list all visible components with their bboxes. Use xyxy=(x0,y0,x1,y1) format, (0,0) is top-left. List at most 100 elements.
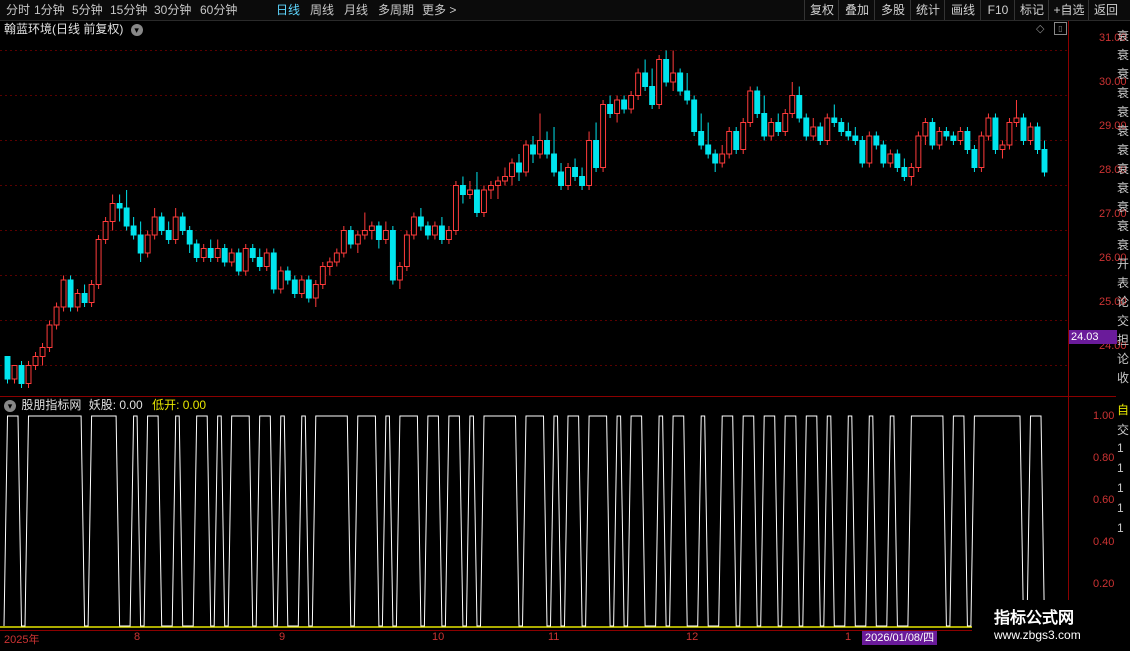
candle-body xyxy=(466,189,473,195)
candle-body xyxy=(712,153,719,164)
candle-body xyxy=(109,203,116,222)
candle-body xyxy=(39,347,46,357)
candle-body xyxy=(256,257,263,267)
candle-body xyxy=(908,167,915,177)
sidebar-char: 开 xyxy=(1117,257,1130,271)
candle-body xyxy=(488,185,494,191)
candle-body xyxy=(971,149,978,168)
candle-body xyxy=(452,185,459,231)
candle-body xyxy=(1027,126,1034,141)
candle-body xyxy=(600,104,607,168)
candle-body xyxy=(593,140,600,168)
candle-body xyxy=(649,86,656,105)
sidebar-char: 自 xyxy=(1117,403,1130,417)
candle-body xyxy=(642,72,649,87)
candle-body xyxy=(151,216,158,236)
sidebar-char: 衰 xyxy=(1117,143,1130,157)
tab-daily[interactable]: 日线 xyxy=(276,0,300,20)
candle-body xyxy=(551,153,557,173)
main-chart-title: 翰蓝环境(日线 前复权) xyxy=(4,22,124,36)
back-button[interactable]: 返回 xyxy=(1088,0,1123,20)
sidebar-char: 1 xyxy=(1117,501,1124,515)
tab-15min[interactable]: 15分钟 xyxy=(110,0,147,20)
candle-body xyxy=(901,167,908,177)
candle-body xyxy=(859,140,866,164)
candle-body xyxy=(172,216,179,240)
tab-60min[interactable]: 60分钟 xyxy=(200,0,237,20)
sidebar-char: 1 xyxy=(1117,481,1124,495)
chevron-down-icon[interactable]: ▾ xyxy=(130,23,143,36)
candle-body xyxy=(957,131,964,141)
candle-body xyxy=(936,131,943,146)
candle-body xyxy=(4,356,11,380)
sidebar-char: 衰 xyxy=(1117,67,1130,81)
sidebar-char: 1 xyxy=(1117,521,1124,535)
candle-body xyxy=(144,234,151,254)
tab-1min[interactable]: 1分钟 xyxy=(34,0,65,20)
candle-body xyxy=(761,113,768,137)
candle-body xyxy=(305,279,312,299)
mark-button[interactable]: 标记 xyxy=(1014,0,1049,20)
candle-body xyxy=(445,230,452,240)
candle-body xyxy=(18,365,25,384)
sidebar-char: 1 xyxy=(1117,441,1124,455)
candle-body xyxy=(200,248,207,258)
candle-body xyxy=(326,261,333,267)
candle-body xyxy=(502,176,508,182)
adjust-button[interactable]: 复权 xyxy=(804,0,839,20)
sidebar-char: 衰 xyxy=(1117,86,1130,100)
sidebar-char: 衰 xyxy=(1117,124,1130,138)
tab-timeshare[interactable]: 分时 xyxy=(6,0,30,20)
sidebar-char: 表 xyxy=(1117,276,1130,290)
candle-body xyxy=(733,131,740,150)
candle-body xyxy=(754,90,761,114)
candle-body xyxy=(60,279,67,308)
candle-body xyxy=(824,117,831,141)
candle-body xyxy=(389,230,396,281)
f10-button[interactable]: F10 xyxy=(980,0,1015,20)
tab-weekly[interactable]: 周线 xyxy=(310,0,334,20)
sidebar-char: 收 xyxy=(1117,371,1130,385)
candle-body xyxy=(985,117,992,137)
window-toggle-icon[interactable]: ▯ xyxy=(1054,22,1067,35)
candle-body xyxy=(474,189,480,213)
tab-monthly[interactable]: 月线 xyxy=(344,0,368,20)
candle-body xyxy=(221,248,228,263)
candle-body xyxy=(572,167,578,177)
tab-30min[interactable]: 30分钟 xyxy=(154,0,191,20)
diamond-icon[interactable]: ◇ xyxy=(1036,22,1044,35)
candle-body xyxy=(1034,126,1041,150)
tab-5min[interactable]: 5分钟 xyxy=(72,0,103,20)
candle-body xyxy=(424,225,431,236)
statistics-button[interactable]: 统计 xyxy=(910,0,945,20)
candle-body xyxy=(537,140,543,155)
candle-body xyxy=(1006,122,1013,146)
candle-body xyxy=(530,144,536,155)
date-label: 12 xyxy=(686,631,699,643)
candle-body xyxy=(46,324,53,348)
candle-body xyxy=(193,243,200,258)
tab-multi-period[interactable]: 多周期 xyxy=(378,0,414,20)
candle-body xyxy=(663,59,670,83)
draw-line-button[interactable]: 画线 xyxy=(944,0,981,20)
candle-body xyxy=(270,252,277,290)
overlay-button[interactable]: 叠加 xyxy=(838,0,875,20)
sidebar-char: 衰 xyxy=(1117,200,1130,214)
candle-body xyxy=(845,131,852,137)
indicator-chart[interactable] xyxy=(0,410,1068,630)
add-watchlist-button[interactable]: +自选 xyxy=(1048,0,1089,20)
candle-body xyxy=(361,230,368,236)
candle-body xyxy=(978,135,985,168)
sidebar-char: 论 xyxy=(1117,352,1130,366)
candle-body xyxy=(691,99,698,132)
candle-body xyxy=(768,122,775,137)
indicator-axis: 1.00 0.80 0.60 0.40 0.20 xyxy=(1068,397,1117,631)
candle-body xyxy=(915,135,922,168)
tab-more[interactable]: 更多 > xyxy=(422,0,456,20)
sidebar-char: 衰 xyxy=(1117,162,1130,176)
candle-body xyxy=(929,122,936,146)
candle-body xyxy=(67,279,74,308)
period-toolbar: 分时 1分钟 5分钟 15分钟 30分钟 60分钟 日线 周线 月线 多周期 更… xyxy=(0,0,1130,21)
multi-stock-button[interactable]: 多股 xyxy=(874,0,911,20)
candlestick-chart[interactable] xyxy=(0,37,1068,397)
